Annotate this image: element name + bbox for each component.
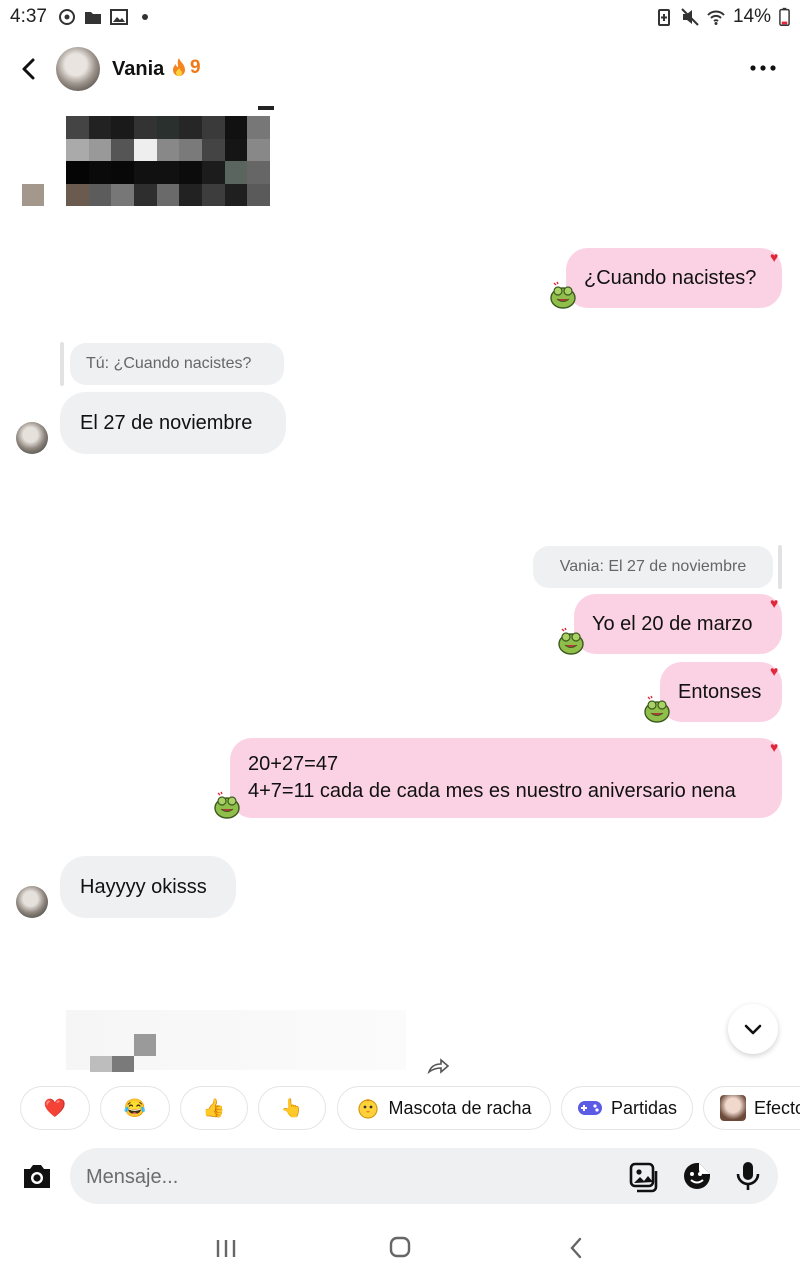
gamepad-icon bbox=[577, 1101, 602, 1115]
back-nav-icon[interactable] bbox=[562, 1230, 590, 1266]
quick-reaction-heart[interactable]: ❤️ bbox=[20, 1086, 90, 1130]
sender-thumb bbox=[22, 184, 44, 206]
reply-bar bbox=[778, 545, 782, 589]
status-time: 4:37 bbox=[10, 6, 47, 27]
effects-label: Efecto bbox=[754, 1097, 800, 1118]
dot-icon bbox=[142, 14, 148, 20]
streak-count: 9 bbox=[190, 57, 201, 78]
battery-icon bbox=[779, 7, 790, 26]
message-outgoing[interactable]: Yo el 20 de marzo bbox=[574, 594, 782, 654]
quick-reaction-point-up[interactable]: 👆 bbox=[258, 1086, 326, 1130]
message-outgoing[interactable]: Entonses bbox=[660, 662, 782, 722]
shared-image-pixelated[interactable] bbox=[66, 116, 270, 206]
chat-header: Vania 9 bbox=[0, 40, 800, 100]
effect-thumbnail-icon bbox=[720, 1095, 746, 1121]
chick-icon bbox=[358, 1099, 379, 1119]
reply-quote-text: Vania: El 27 de noviembre bbox=[559, 558, 747, 575]
frog-sticker-icon bbox=[214, 791, 240, 819]
heart-reaction-icon: ♥ bbox=[770, 739, 779, 755]
reply-quote[interactable]: Tú: ¿Cuando nacistes? bbox=[70, 343, 284, 385]
message-text: El 27 de noviembre bbox=[80, 411, 253, 434]
frog-sticker-icon bbox=[558, 627, 584, 655]
back-arrow-icon[interactable] bbox=[14, 54, 44, 84]
blurred-pixel bbox=[112, 1056, 134, 1072]
home-icon[interactable] bbox=[386, 1230, 414, 1266]
blurred-pixel bbox=[134, 1034, 156, 1056]
sync-icon bbox=[59, 9, 75, 25]
message-incoming[interactable]: El 27 de noviembre bbox=[60, 392, 286, 454]
streak-pet-label: Mascota de racha bbox=[388, 1097, 532, 1118]
status-icons-left bbox=[58, 8, 154, 26]
contact-avatar[interactable] bbox=[56, 47, 100, 91]
message-text-line1: 20+27=47 bbox=[248, 753, 339, 775]
message-composer bbox=[70, 1148, 778, 1206]
battery-percent: 14% bbox=[732, 6, 771, 27]
message-text: Entonses bbox=[678, 680, 762, 703]
contact-avatar-small[interactable] bbox=[16, 422, 48, 454]
effects-button[interactable]: Efecto bbox=[703, 1086, 800, 1130]
heart-reaction-icon: ♥ bbox=[770, 249, 779, 265]
heart-reaction-icon: ♥ bbox=[770, 595, 779, 611]
reply-bar bbox=[60, 342, 64, 386]
message-outgoing[interactable]: 20+27=47 4+7=11 cada de cada mes es nues… bbox=[230, 738, 782, 818]
message-text: Hayyyy okisss bbox=[80, 875, 207, 898]
contact-name[interactable]: Vania bbox=[112, 58, 164, 81]
message-incoming[interactable]: Hayyyy okisss bbox=[60, 856, 236, 918]
message-outgoing[interactable]: ¿Cuando nacistes? bbox=[566, 248, 782, 308]
reply-quote-text: Tú: ¿Cuando nacistes? bbox=[86, 355, 252, 372]
quick-reaction-thumbs-up[interactable]: 👍 bbox=[180, 1086, 248, 1130]
chevron-down-icon bbox=[744, 1024, 762, 1035]
message-text: Yo el 20 de marzo bbox=[592, 612, 753, 635]
games-button[interactable]: Partidas bbox=[561, 1086, 693, 1130]
wifi-icon bbox=[707, 10, 725, 25]
message-text-line2: 4+7=11 cada de cada mes es nuestro anive… bbox=[248, 780, 736, 802]
folder-icon bbox=[85, 12, 101, 24]
thumbs-up-emoji-icon: 👍 bbox=[202, 1097, 226, 1118]
quick-reaction-laugh[interactable]: 😂 bbox=[100, 1086, 170, 1130]
reply-quote[interactable]: Vania: El 27 de noviembre bbox=[533, 546, 773, 588]
mute-icon bbox=[681, 8, 699, 26]
status-bar: 4:37 14% bbox=[0, 0, 800, 34]
recent-apps-icon[interactable] bbox=[212, 1230, 240, 1266]
microphone-icon[interactable] bbox=[734, 1160, 762, 1192]
sticker-icon[interactable] bbox=[682, 1161, 712, 1191]
laugh-emoji-icon: 😂 bbox=[123, 1097, 147, 1118]
message-text: ¿Cuando nacistes? bbox=[584, 266, 757, 289]
contact-avatar-small[interactable] bbox=[16, 886, 48, 918]
point-up-emoji-icon: 👆 bbox=[280, 1097, 304, 1118]
share-icon[interactable] bbox=[426, 1056, 450, 1076]
camera-icon[interactable] bbox=[20, 1162, 54, 1192]
gallery-icon bbox=[110, 9, 128, 25]
more-options-icon[interactable] bbox=[748, 56, 778, 80]
scroll-to-bottom-button[interactable] bbox=[728, 1004, 778, 1054]
heart-emoji-icon: ❤️ bbox=[43, 1097, 67, 1118]
streak-badge: 9 bbox=[170, 57, 201, 79]
streak-pet-button[interactable]: Mascota de racha bbox=[337, 1086, 551, 1130]
heart-reaction-icon: ♥ bbox=[770, 663, 779, 679]
image-marker bbox=[258, 106, 274, 110]
frog-sticker-icon bbox=[644, 695, 670, 723]
battery-saver-icon bbox=[657, 9, 670, 26]
fire-icon bbox=[173, 58, 185, 76]
frog-sticker-icon bbox=[550, 281, 576, 309]
blurred-pixel bbox=[90, 1056, 112, 1072]
gallery-icon[interactable] bbox=[628, 1161, 660, 1193]
games-label: Partidas bbox=[610, 1097, 678, 1118]
status-icons-right: 14% bbox=[655, 6, 790, 28]
message-input[interactable] bbox=[84, 1148, 608, 1206]
